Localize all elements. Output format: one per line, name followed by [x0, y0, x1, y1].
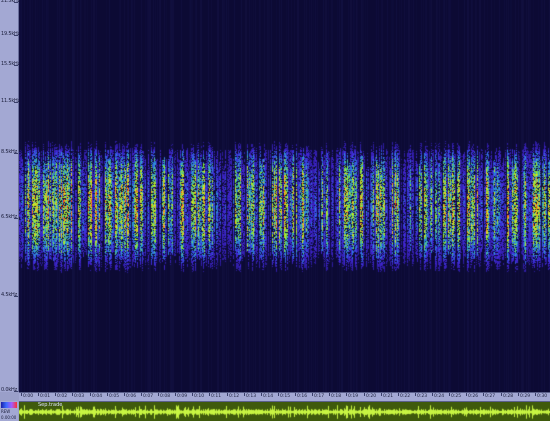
time-tick-label: 0:04 — [92, 394, 103, 399]
time-tick — [124, 393, 125, 396]
color-scale-icon — [1, 402, 17, 408]
track-name: Sep.trade — [38, 402, 63, 408]
audio-editor-window: 21.5kHz 19.5kHz 15.5kHz 11.5kHz 8.5kHz 6.5kHz… — [0, 0, 550, 421]
time-tick-label: 0:22 — [400, 394, 411, 399]
frequency-tick-label: 4.5kHz — [1, 292, 18, 298]
time-tick-label: 0:06 — [126, 394, 137, 399]
time-tick — [535, 393, 536, 396]
time-tick-label: 0:09 — [177, 394, 188, 399]
waveform-view[interactable]: Sep.trade — [19, 401, 550, 421]
time-tick — [209, 393, 210, 396]
waveform-track: REW 0.00:00 Sep.trade — [0, 401, 550, 421]
time-tick — [278, 393, 279, 396]
time-tick-label: 0:16 — [297, 394, 308, 399]
time-tick-label: 0:10 — [194, 394, 205, 399]
time-tick-label: 0:07 — [143, 394, 154, 399]
time-tick-label: 0:27 — [485, 394, 496, 399]
time-tick-label: 0:14 — [263, 394, 274, 399]
time-tick-label: 0:28 — [503, 394, 514, 399]
time-tick-label: 0:11 — [211, 394, 222, 399]
time-tick-label: 0:02 — [57, 394, 68, 399]
time-tick-label: 0:29 — [520, 394, 531, 399]
time-tick-label: 0:17 — [314, 394, 325, 399]
time-tick-label: 0:19 — [348, 394, 359, 399]
time-tick — [295, 393, 296, 396]
time-tick — [72, 393, 73, 396]
time-tick-label: 0:18 — [331, 394, 342, 399]
track-header[interactable]: REW 0.00:00 — [0, 401, 18, 421]
time-tick — [192, 393, 193, 396]
spectrogram-canvas[interactable] — [19, 0, 550, 392]
time-tick-label: 0:13 — [246, 394, 257, 399]
time-tick — [518, 393, 519, 396]
time-tick — [141, 393, 142, 396]
time-tick-label: 0:01 — [40, 394, 51, 399]
track-info-line1: REW — [1, 409, 11, 414]
time-tick-label: 0:20 — [366, 394, 377, 399]
time-tick-label: 0:05 — [109, 394, 120, 399]
time-tick — [261, 393, 262, 396]
time-tick — [312, 393, 313, 396]
time-tick — [227, 393, 228, 396]
time-tick — [244, 393, 245, 396]
frequency-tick-label: 6.5kHz — [1, 214, 18, 220]
time-tick — [55, 393, 56, 396]
frequency-tick-label: 19.5kHz — [1, 31, 21, 37]
time-tick — [21, 393, 22, 396]
frequency-tick-label: 8.5kHz — [1, 149, 18, 155]
time-tick — [90, 393, 91, 396]
time-tick-label: 0:25 — [451, 394, 462, 399]
time-tick — [381, 393, 382, 396]
time-tick-label: 0:03 — [74, 394, 85, 399]
frequency-tick-label: 11.5kHz — [1, 98, 21, 104]
time-tick — [449, 393, 450, 396]
time-tick — [483, 393, 484, 396]
time-tick-label: 0:12 — [229, 394, 240, 399]
time-tick — [107, 393, 108, 396]
frequency-tick-label: 21.5kHz — [1, 0, 21, 4]
time-tick — [158, 393, 159, 396]
time-tick-label: 0:00 — [23, 394, 34, 399]
time-tick — [432, 393, 433, 396]
time-tick — [415, 393, 416, 396]
track-info-line2: 0.00:00 — [1, 415, 17, 420]
time-tick — [398, 393, 399, 396]
time-tick-label: 0:24 — [434, 394, 445, 399]
time-tick — [466, 393, 467, 396]
time-tick-label: 0:15 — [280, 394, 291, 399]
time-tick — [329, 393, 330, 396]
frequency-ruler: 21.5kHz 19.5kHz 15.5kHz 11.5kHz 8.5kHz 6.5kHz… — [0, 0, 21, 393]
time-tick-label: 0:23 — [417, 394, 428, 399]
time-tick-label: 0:26 — [468, 394, 479, 399]
frequency-tick-label: 15.5kHz — [1, 61, 21, 67]
time-tick-label: 0:30 — [537, 394, 548, 399]
time-tick — [175, 393, 176, 396]
time-tick — [38, 393, 39, 396]
time-tick — [501, 393, 502, 396]
frequency-tick-label: 0.0kHz — [1, 387, 18, 393]
time-tick-label: 0:08 — [160, 394, 171, 399]
spectrogram-view[interactable] — [19, 0, 550, 392]
time-tick-label: 0:21 — [383, 394, 394, 399]
time-tick — [364, 393, 365, 396]
time-tick — [346, 393, 347, 396]
